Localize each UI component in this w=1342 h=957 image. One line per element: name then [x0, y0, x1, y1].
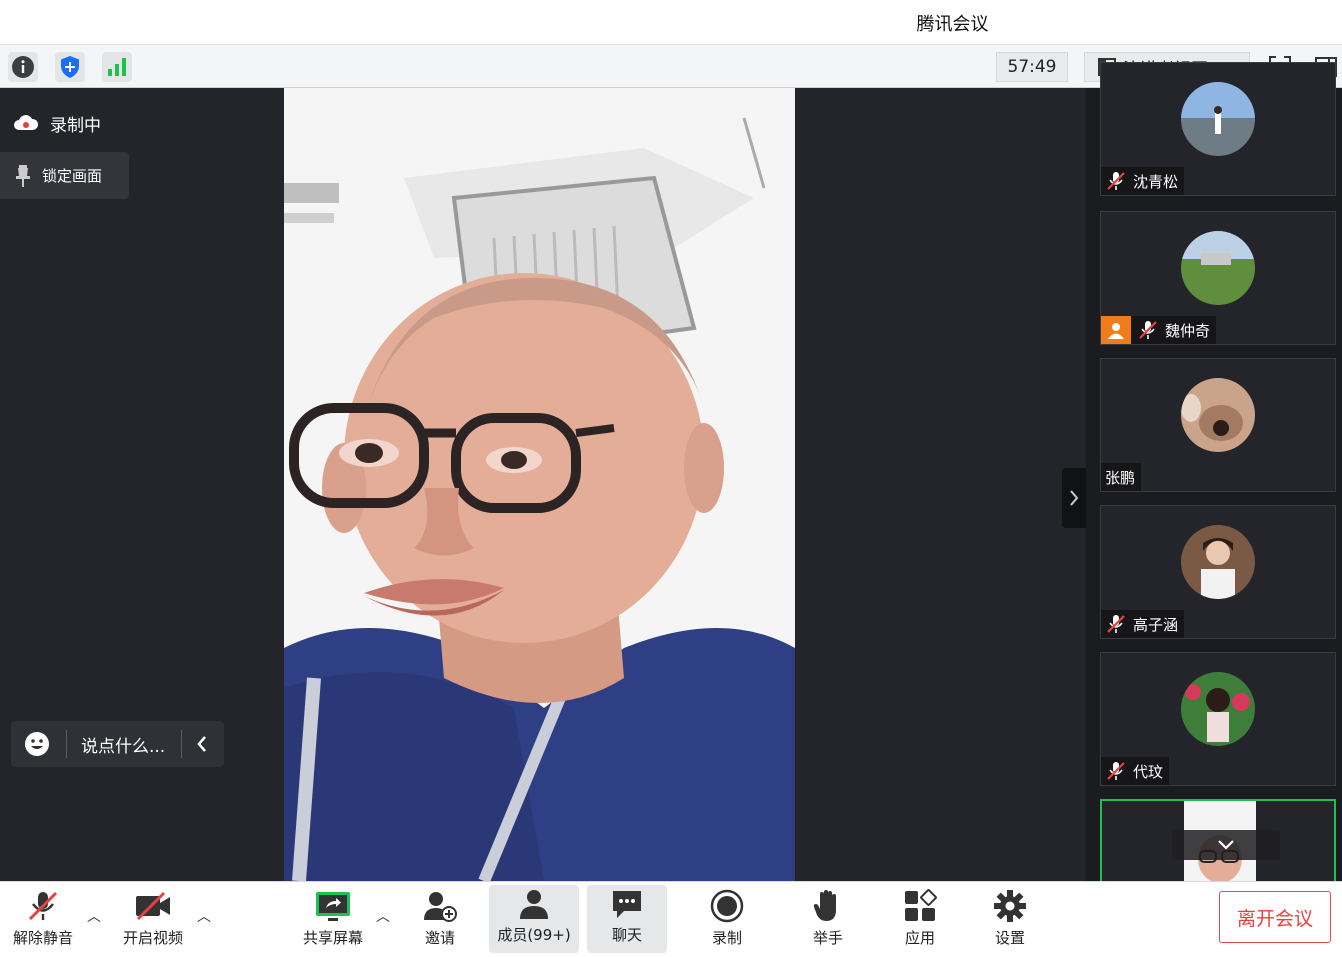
participant-tile[interactable]: 魏仲奇 — [1100, 211, 1336, 345]
mic-muted-icon — [1107, 615, 1125, 633]
participant-nametag: 张鹏 — [1101, 463, 1142, 491]
participant-tile[interactable]: 张鹏 — [1100, 358, 1336, 492]
avatar — [1181, 231, 1255, 305]
unmute-label: 解除静音 — [12, 929, 73, 947]
quick-chat-box[interactable]: 说点什么... — [11, 721, 224, 767]
start-video-button[interactable]: 开启视频 — [116, 882, 190, 956]
participant-nametag: 沈青松 — [1101, 167, 1185, 195]
mic-muted-icon — [1107, 172, 1125, 190]
host-badge-icon — [1101, 316, 1131, 344]
divider — [181, 730, 182, 758]
window-title: 腾讯会议 — [916, 14, 989, 35]
avatar — [1181, 378, 1255, 452]
network-signal-icon[interactable] — [102, 52, 132, 82]
participant-name: 高子涵 — [1133, 615, 1179, 634]
security-shield-icon[interactable] — [55, 52, 85, 82]
record-icon — [710, 889, 744, 923]
apps-label: 应用 — [904, 929, 935, 947]
chat-input-placeholder[interactable]: 说点什么... — [81, 732, 167, 757]
leave-meeting-button[interactable]: 离开会议 — [1219, 891, 1331, 943]
recording-label: 录制中 — [50, 115, 101, 136]
apps-button[interactable]: 应用 — [885, 882, 955, 956]
audio-options-caret-icon[interactable]: ︿ — [87, 906, 101, 926]
share-screen-button[interactable]: 共享屏幕 — [296, 882, 370, 956]
bottom-toolbar: 解除静音 ︿ 开启视频 ︿ 共享屏幕 ︿ 邀请 成员(99+) 聊天 录制 举手… — [0, 881, 1342, 957]
speaker-video — [284, 88, 795, 881]
pin-icon — [16, 164, 30, 187]
chevron-down-icon — [1218, 840, 1234, 850]
settings-button[interactable]: 设置 — [975, 882, 1045, 956]
mic-muted-icon — [1107, 762, 1125, 780]
meeting-info-icon[interactable] — [8, 52, 38, 82]
record-button[interactable]: 录制 — [692, 882, 762, 956]
participant-nametag: 魏仲奇 — [1101, 316, 1217, 344]
chat-label: 聊天 — [611, 926, 642, 944]
chat-button[interactable]: 聊天 — [587, 885, 667, 953]
start-video-label: 开启视频 — [122, 929, 183, 947]
scroll-down-button[interactable] — [1172, 830, 1280, 860]
participant-tile[interactable]: 沈青松 — [1100, 62, 1336, 196]
avatar — [1181, 672, 1255, 746]
title-bar: 腾讯会议 — [0, 0, 1342, 44]
meeting-timer: 57:49 — [996, 52, 1068, 82]
chat-bubble-icon — [613, 890, 641, 918]
participant-gallery: 沈青松 魏仲奇 张鹏 高子涵 代玟 — [1086, 62, 1342, 933]
record-label: 录制 — [711, 929, 742, 947]
share-screen-icon — [316, 892, 350, 921]
raise-hand-button[interactable]: 举手 — [793, 882, 863, 956]
share-screen-label: 共享屏幕 — [302, 929, 363, 947]
apps-grid-icon — [905, 889, 937, 921]
avatar — [1181, 525, 1255, 599]
invite-label: 邀请 — [424, 929, 455, 947]
raise-hand-icon — [813, 890, 836, 921]
participant-name: 张鹏 — [1105, 468, 1136, 487]
members-icon — [520, 889, 548, 919]
unmute-button[interactable]: 解除静音 — [6, 882, 80, 956]
lock-screen-button[interactable]: 锁定画面 — [0, 152, 129, 199]
raise-hand-label: 举手 — [812, 929, 843, 947]
members-label: 成员(99+) — [497, 926, 571, 944]
gear-icon — [994, 890, 1026, 922]
video-options-caret-icon[interactable]: ︿ — [197, 906, 211, 926]
chevron-left-icon[interactable] — [196, 735, 208, 753]
lock-screen-label: 锁定画面 — [42, 167, 103, 185]
participant-name: 沈青松 — [1133, 172, 1179, 191]
emoji-icon[interactable] — [24, 731, 50, 757]
invite-user-icon — [424, 892, 457, 922]
mic-muted-icon — [1139, 321, 1157, 339]
recording-indicator: 录制中 — [12, 104, 101, 142]
members-button[interactable]: 成员(99+) — [489, 885, 579, 953]
share-options-caret-icon[interactable]: ︿ — [376, 906, 390, 926]
invite-button[interactable]: 邀请 — [405, 882, 475, 956]
avatar — [1181, 82, 1255, 156]
participant-name: 魏仲奇 — [1165, 321, 1211, 340]
settings-label: 设置 — [994, 929, 1025, 947]
participant-name: 代玟 — [1133, 762, 1164, 781]
collapse-gallery-button[interactable] — [1062, 468, 1086, 528]
cloud-recording-icon — [14, 115, 39, 130]
participant-tile[interactable]: 高子涵 — [1100, 505, 1336, 639]
participant-nametag: 代玟 — [1101, 757, 1170, 785]
divider — [66, 730, 67, 758]
participant-tile[interactable]: 代玟 — [1100, 652, 1336, 786]
mic-muted-icon — [28, 891, 58, 921]
chevron-right-icon — [1070, 490, 1079, 506]
video-off-icon — [136, 891, 170, 921]
participant-nametag: 高子涵 — [1101, 610, 1185, 638]
